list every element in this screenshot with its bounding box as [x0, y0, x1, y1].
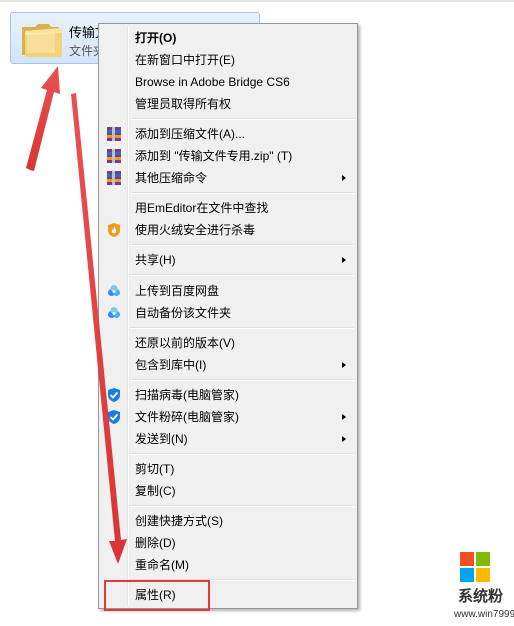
menu-item-label: 添加到压缩文件(A)... [135, 127, 245, 141]
menu-item-file-shred[interactable]: 文件粉碎(电脑管家) [101, 406, 355, 428]
menu-item-add-to-zip[interactable]: 添加到 "传输文件专用.zip" (T) [101, 145, 355, 167]
properties-highlight-box [104, 580, 210, 611]
menu-item-other-compress[interactable]: 其他压缩命令 [101, 167, 355, 189]
menu-item-share[interactable]: 共享(H) [101, 249, 355, 271]
menu-separator [130, 327, 354, 329]
menu-item-label: 文件粉碎(电脑管家) [135, 410, 239, 424]
submenu-arrow-icon [342, 362, 346, 368]
submenu-arrow-icon [342, 175, 346, 181]
huorong-shield-icon [108, 223, 120, 237]
menu-separator [130, 244, 354, 246]
menu-item-label: 剪切(T) [135, 462, 175, 476]
menu-item-upload-baidu[interactable]: 上传到百度网盘 [101, 280, 355, 302]
windows-logo-icon [460, 552, 490, 582]
menu-separator [130, 505, 354, 507]
tencent-guard-icon [108, 410, 120, 424]
winrar-icon [107, 127, 121, 141]
context-menu: 打开(O) 在新窗口中打开(E) Browse in Adobe Bridge … [98, 23, 358, 609]
menu-item-include-library[interactable]: 包含到库中(I) [101, 354, 355, 376]
menu-item-label: 发送到(N) [135, 432, 188, 446]
menu-separator [130, 453, 354, 455]
menu-item-cut[interactable]: 剪切(T) [101, 458, 355, 480]
menu-item-label: 创建快捷方式(S) [135, 514, 223, 528]
menu-item-label: 复制(C) [135, 484, 176, 498]
menu-item-label: 上传到百度网盘 [135, 284, 220, 298]
menu-item-create-shortcut[interactable]: 创建快捷方式(S) [101, 510, 355, 532]
menu-item-emeditor-find[interactable]: 用EmEditor在文件中查找 [101, 197, 355, 219]
menu-item-label: Browse in Adobe Bridge CS6 [135, 75, 290, 89]
menu-item-send-to[interactable]: 发送到(N) [101, 428, 355, 450]
menu-item-label: 打开(O) [135, 31, 177, 45]
menu-separator [130, 118, 354, 120]
menu-item-rename[interactable]: 重命名(M) [101, 554, 355, 576]
menu-separator [130, 379, 354, 381]
menu-item-label: 包含到库中(I) [135, 358, 207, 372]
menu-separator [130, 192, 354, 194]
submenu-arrow-icon [342, 257, 346, 263]
menu-item-open-new-window[interactable]: 在新窗口中打开(E) [101, 49, 355, 71]
menu-item-label: 共享(H) [135, 253, 176, 267]
menu-separator [130, 274, 354, 276]
folder-icon [22, 24, 62, 57]
submenu-arrow-icon [342, 414, 346, 420]
menu-item-take-ownership[interactable]: 管理员取得所有权 [101, 93, 355, 115]
menu-item-delete[interactable]: 删除(D) [101, 532, 355, 554]
menu-item-huorong-scan[interactable]: 使用火绒安全进行杀毒 [101, 219, 355, 241]
menu-item-label: 添加到 "传输文件专用.zip" (T) [135, 149, 293, 163]
menu-item-scan-virus[interactable]: 扫描病毒(电脑管家) [101, 384, 355, 406]
arrow-up-to-folder-icon [26, 66, 60, 171]
menu-item-label: 在新窗口中打开(E) [135, 53, 235, 67]
menu-item-label: 其他压缩命令 [135, 171, 208, 185]
menu-item-copy[interactable]: 复制(C) [101, 480, 355, 502]
winrar-icon [107, 149, 121, 163]
tencent-guard-icon [108, 388, 120, 402]
winrar-icon [107, 171, 121, 185]
baidu-netdisk-icon [108, 285, 120, 296]
menu-item-add-to-archive[interactable]: 添加到压缩文件(A)... [101, 123, 355, 145]
window-top-border [0, 0, 514, 2]
menu-item-auto-backup[interactable]: 自动备份该文件夹 [101, 302, 355, 324]
baidu-netdisk-icon [108, 307, 120, 318]
menu-item-label: 自动备份该文件夹 [135, 306, 232, 320]
site-watermark: 系统粉 www.win7999.com [454, 548, 514, 626]
watermark-text: 系统粉 [458, 588, 504, 605]
menu-item-label: 用EmEditor在文件中查找 [135, 201, 269, 215]
menu-item-adobe-bridge[interactable]: Browse in Adobe Bridge CS6 [101, 71, 355, 93]
menu-item-label: 还原以前的版本(V) [135, 336, 235, 350]
menu-item-label: 管理员取得所有权 [135, 97, 232, 111]
menu-item-open[interactable]: 打开(O) [101, 27, 355, 49]
menu-item-label: 重命名(M) [135, 558, 189, 572]
watermark-url: www.win7999.com [454, 609, 514, 620]
menu-item-label: 删除(D) [135, 536, 176, 550]
menu-item-label: 扫描病毒(电脑管家) [135, 388, 239, 402]
menu-item-label: 使用火绒安全进行杀毒 [135, 223, 256, 237]
submenu-arrow-icon [342, 436, 346, 442]
menu-item-restore-versions[interactable]: 还原以前的版本(V) [101, 332, 355, 354]
